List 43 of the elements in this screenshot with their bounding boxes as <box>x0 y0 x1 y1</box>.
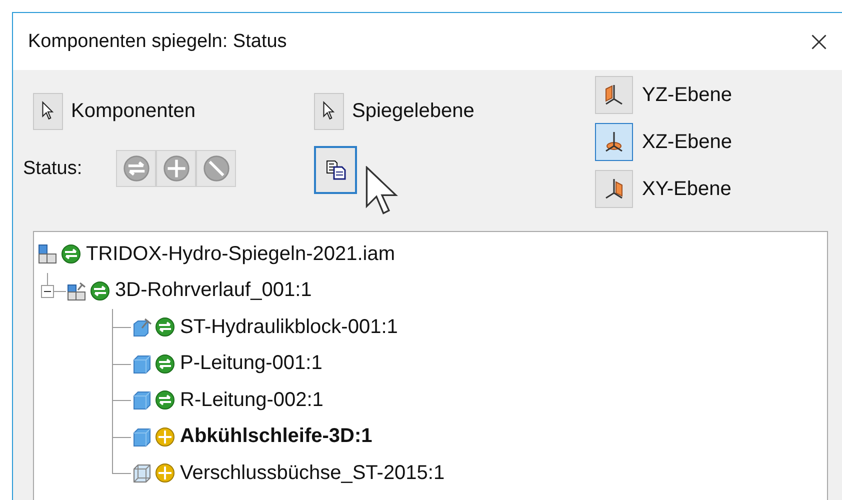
copy-icon <box>324 159 346 181</box>
mirror-status-icon <box>90 280 110 301</box>
tree-item[interactable]: ST-Hydraulikblock-001:1 <box>180 316 398 339</box>
tree-item[interactable]: Abkühlschleife-3D:1 <box>180 425 372 448</box>
part-icon <box>132 354 152 374</box>
tree-item[interactable]: Verschlussbüchse_ST-2015:1 <box>180 462 445 485</box>
assembly-icon <box>38 244 58 264</box>
plane-label: XY-Ebene <box>642 178 732 200</box>
mouse-pointer-icon <box>365 166 399 216</box>
select-button[interactable] <box>33 92 63 130</box>
tree-item[interactable]: 3D-Rohrverlauf_001:1 <box>115 279 312 302</box>
select-button[interactable] <box>314 92 344 130</box>
plus-status-icon <box>155 463 175 484</box>
pinned-assembly-icon <box>67 280 87 301</box>
copy-button[interactable] <box>314 146 357 194</box>
collapse-toggle[interactable] <box>41 284 54 298</box>
pinned-part-icon <box>132 317 152 338</box>
plus-status-icon <box>162 155 190 182</box>
tree-item[interactable]: R-Leitung-002:1 <box>180 388 324 412</box>
plane-button[interactable] <box>595 123 633 161</box>
select-cursor-icon <box>41 101 55 121</box>
mirror-status-icon <box>155 317 175 338</box>
selector-label: Komponenten <box>71 100 196 122</box>
part-icon <box>132 426 152 447</box>
window-title: Komponenten spiegeln: Status <box>28 30 287 52</box>
selector-label: Spiegelebene <box>352 100 474 122</box>
plane-button[interactable] <box>595 170 633 208</box>
excluded-status-icon <box>202 155 230 182</box>
mirror-status-icon <box>155 390 175 410</box>
mirror-status-icon <box>122 155 150 182</box>
plus-status-icon <box>155 426 175 447</box>
plane-label: XZ-Ebene <box>642 130 732 154</box>
transparent-part-icon <box>132 463 152 484</box>
tree-item[interactable]: P-Leitung-001:1 <box>180 352 322 376</box>
mirror-status-icon <box>155 354 175 374</box>
close-icon <box>810 32 828 50</box>
plane-button[interactable] <box>595 76 633 114</box>
status-label: Status: <box>23 158 82 180</box>
select-cursor-icon <box>322 101 336 121</box>
mirror-status-icon <box>61 244 81 264</box>
tree-item[interactable]: TRIDOX-Hydro-Spiegeln-2021.iam <box>86 242 396 266</box>
part-icon <box>132 390 152 410</box>
plane-label: YZ-Ebene <box>642 84 732 106</box>
